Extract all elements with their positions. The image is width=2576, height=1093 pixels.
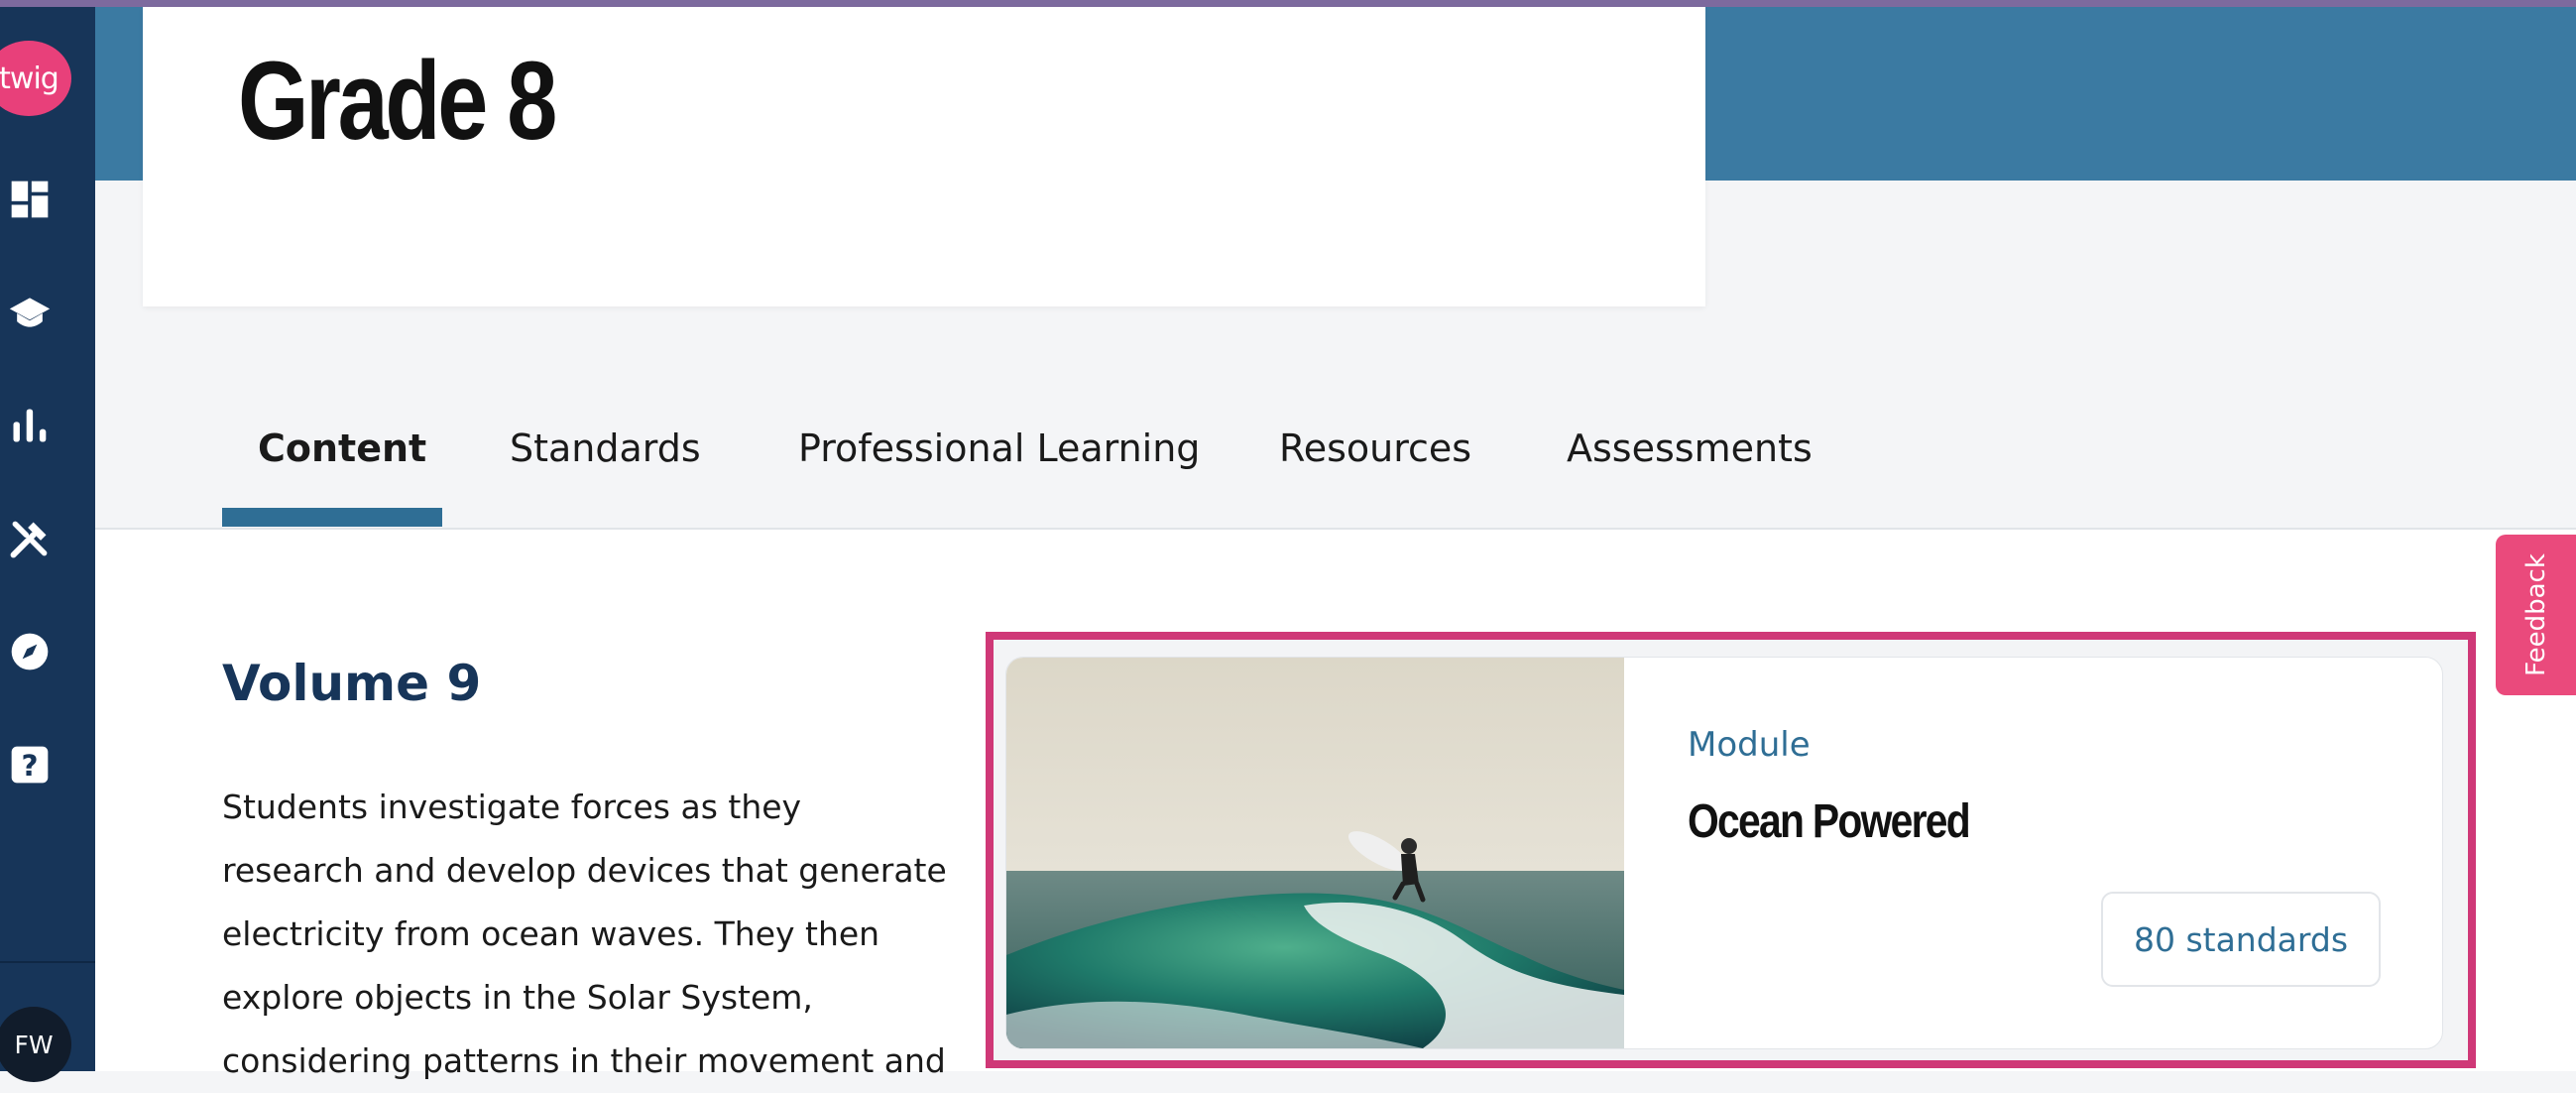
surfer-wave-image [1006,658,1624,1048]
module-name[interactable]: Ocean Powered [1688,794,1971,849]
module-type-label: Module [1688,725,1811,765]
tab-assessments[interactable]: Assessments [1567,426,1813,470]
module-card[interactable]: Module Ocean Powered 80 standards [1005,657,2443,1049]
bar-chart-icon[interactable] [6,402,54,449]
avatar-initials: FW [14,1030,54,1059]
tab-content[interactable]: Content [258,426,426,470]
tools-icon[interactable] [6,515,54,562]
twig-logo[interactable]: twig [0,41,71,116]
tab-standards[interactable]: Standards [510,426,701,470]
dashboard-icon[interactable] [6,176,54,223]
graduation-cap-icon[interactable] [6,289,54,336]
standards-count-button[interactable]: 80 standards [2101,892,2381,987]
title-card: Grade 8 [143,7,1705,306]
compass-icon[interactable] [6,628,54,675]
help-icon[interactable]: ? [6,741,54,789]
active-tab-indicator [222,508,442,527]
tab-professional-learning[interactable]: Professional Learning [798,426,1200,470]
feedback-label: Feedback [2520,553,2551,676]
sidebar: twig ? FW [0,7,95,1082]
sidebar-divider [0,961,95,963]
feedback-button[interactable]: Feedback [2496,535,2576,695]
svg-text:?: ? [21,749,38,783]
page-title: Grade 8 [238,39,557,163]
tab-resources[interactable]: Resources [1279,426,1471,470]
volume-title: Volume 9 [222,655,482,712]
volume-description: Students investigate forces as they rese… [222,788,947,1080]
top-accent-line [0,0,2576,7]
logo-text: twig [0,61,59,96]
